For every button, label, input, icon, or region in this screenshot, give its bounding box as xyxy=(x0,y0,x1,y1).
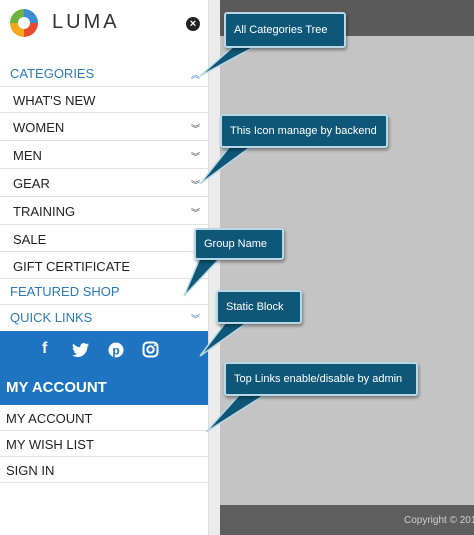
chevron-down-icon[interactable]: ︾ xyxy=(191,150,200,163)
category-item-sale[interactable]: SALE xyxy=(0,225,208,252)
chevron-down-icon[interactable]: ︾ xyxy=(191,312,200,325)
top-link-label: SIGN IN xyxy=(6,463,55,478)
account-header: MY ACCOUNT xyxy=(0,369,208,405)
logo-text: LUMA xyxy=(52,11,120,33)
copyright-text: Copyright © 201 xyxy=(404,515,474,526)
chevron-down-icon[interactable]: ︾ xyxy=(191,122,200,135)
category-item-whats-new[interactable]: WHAT'S NEW xyxy=(0,87,208,113)
social-links-block: f p xyxy=(0,331,208,369)
quick-links-label: QUICK LINKS xyxy=(10,310,93,325)
category-item-training[interactable]: TRAINING ︾ xyxy=(0,197,208,225)
menu-scrollbar[interactable] xyxy=(208,0,220,535)
featured-shop-header[interactable]: FEATURED SHOP xyxy=(0,279,208,305)
close-icon[interactable]: × xyxy=(186,17,200,31)
category-item-men[interactable]: MEN ︾ xyxy=(0,141,208,169)
category-label: GIFT CERTIFICATE xyxy=(13,259,131,274)
category-label: MEN xyxy=(13,148,42,163)
category-label: SALE xyxy=(13,232,47,247)
featured-shop-label: FEATURED SHOP xyxy=(10,284,120,299)
top-link-wish-list[interactable]: MY WISH LIST xyxy=(0,431,208,457)
callout-group-name: Group Name xyxy=(194,228,284,260)
side-menu: LUMA × CATEGORIES ︽ WHAT'S NEW WOMEN ︾ M… xyxy=(0,0,208,535)
category-item-gear[interactable]: GEAR ︾ xyxy=(0,169,208,197)
callout-categories-tree: All Categories Tree xyxy=(224,12,346,48)
category-item-gift-certificate[interactable]: GIFT CERTIFICATE xyxy=(0,252,208,279)
category-label: TRAINING xyxy=(13,204,76,219)
category-label: GEAR xyxy=(13,176,50,191)
pinterest-icon[interactable]: p xyxy=(108,342,124,358)
luma-logo-icon[interactable] xyxy=(8,7,40,39)
callout-static-block: Static Block xyxy=(216,290,302,324)
facebook-icon[interactable]: f xyxy=(42,340,47,358)
quick-links-header[interactable]: QUICK LINKS ︾ xyxy=(0,305,208,331)
chevron-down-icon[interactable]: ︾ xyxy=(191,206,200,219)
category-label: WOMEN xyxy=(13,120,65,135)
top-link-label: MY WISH LIST xyxy=(6,437,94,452)
category-item-women[interactable]: WOMEN ︾ xyxy=(0,113,208,141)
categories-header[interactable]: CATEGORIES ︽ xyxy=(0,60,208,87)
callout-top-links: Top Links enable/disable by admin xyxy=(224,362,418,396)
instagram-icon[interactable] xyxy=(142,341,159,358)
callout-icon-backend: This Icon manage by backend xyxy=(220,114,388,148)
svg-text:p: p xyxy=(112,344,119,358)
categories-label: CATEGORIES xyxy=(10,66,95,81)
chevron-up-icon[interactable]: ︽ xyxy=(191,68,200,81)
top-link-sign-in[interactable]: SIGN IN xyxy=(0,457,208,483)
top-link-label: MY ACCOUNT xyxy=(6,411,93,426)
page-overlay xyxy=(208,36,474,505)
top-link-my-account[interactable]: MY ACCOUNT xyxy=(0,405,208,431)
category-label: WHAT'S NEW xyxy=(13,93,96,108)
chevron-down-icon[interactable]: ︾ xyxy=(191,178,200,191)
twitter-icon[interactable] xyxy=(72,342,90,358)
